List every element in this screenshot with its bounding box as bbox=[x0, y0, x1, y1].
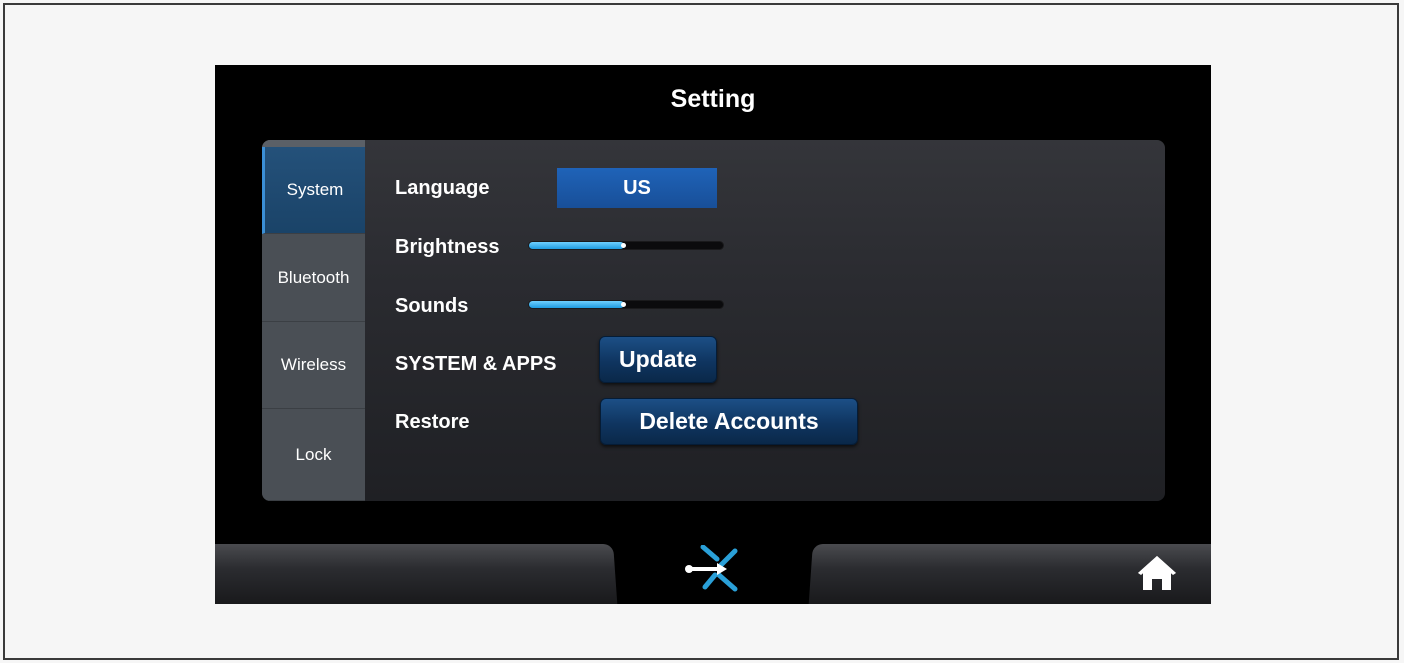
system-apps-label: SYSTEM & APPS bbox=[395, 353, 557, 375]
brightness-slider-knob[interactable] bbox=[621, 243, 627, 248]
brightness-slider[interactable] bbox=[528, 241, 724, 250]
sounds-label: Sounds bbox=[395, 295, 469, 317]
brightness-slider-fill bbox=[529, 242, 625, 249]
sounds-slider-fill bbox=[529, 301, 625, 308]
sounds-slider[interactable] bbox=[528, 300, 724, 309]
tab-lock[interactable]: Lock bbox=[262, 409, 365, 501]
brand-logo-icon[interactable] bbox=[681, 544, 745, 593]
delete-accounts-button[interactable]: Delete Accounts bbox=[600, 398, 858, 445]
language-select-button[interactable]: US bbox=[557, 168, 717, 208]
tab-system[interactable]: System bbox=[262, 147, 365, 234]
brightness-label: Brightness bbox=[395, 236, 500, 258]
sounds-slider-knob[interactable] bbox=[621, 302, 627, 307]
settings-panel: System Bluetooth Wireless Lock Language … bbox=[262, 140, 1165, 501]
page-title: Setting bbox=[670, 85, 756, 113]
update-button[interactable]: Update bbox=[599, 336, 717, 383]
restore-label: Restore bbox=[395, 411, 470, 433]
home-icon[interactable] bbox=[1134, 553, 1180, 593]
device-screen: Setting System Bluetooth Wireless Lock L… bbox=[215, 65, 1211, 604]
tab-wireless[interactable]: Wireless bbox=[262, 322, 365, 409]
sidebar-top-strip bbox=[262, 140, 365, 147]
tab-bluetooth[interactable]: Bluetooth bbox=[262, 235, 365, 322]
language-label: Language bbox=[395, 177, 490, 199]
bottom-bar-left bbox=[215, 544, 619, 604]
settings-sidebar: System Bluetooth Wireless Lock bbox=[262, 140, 365, 501]
